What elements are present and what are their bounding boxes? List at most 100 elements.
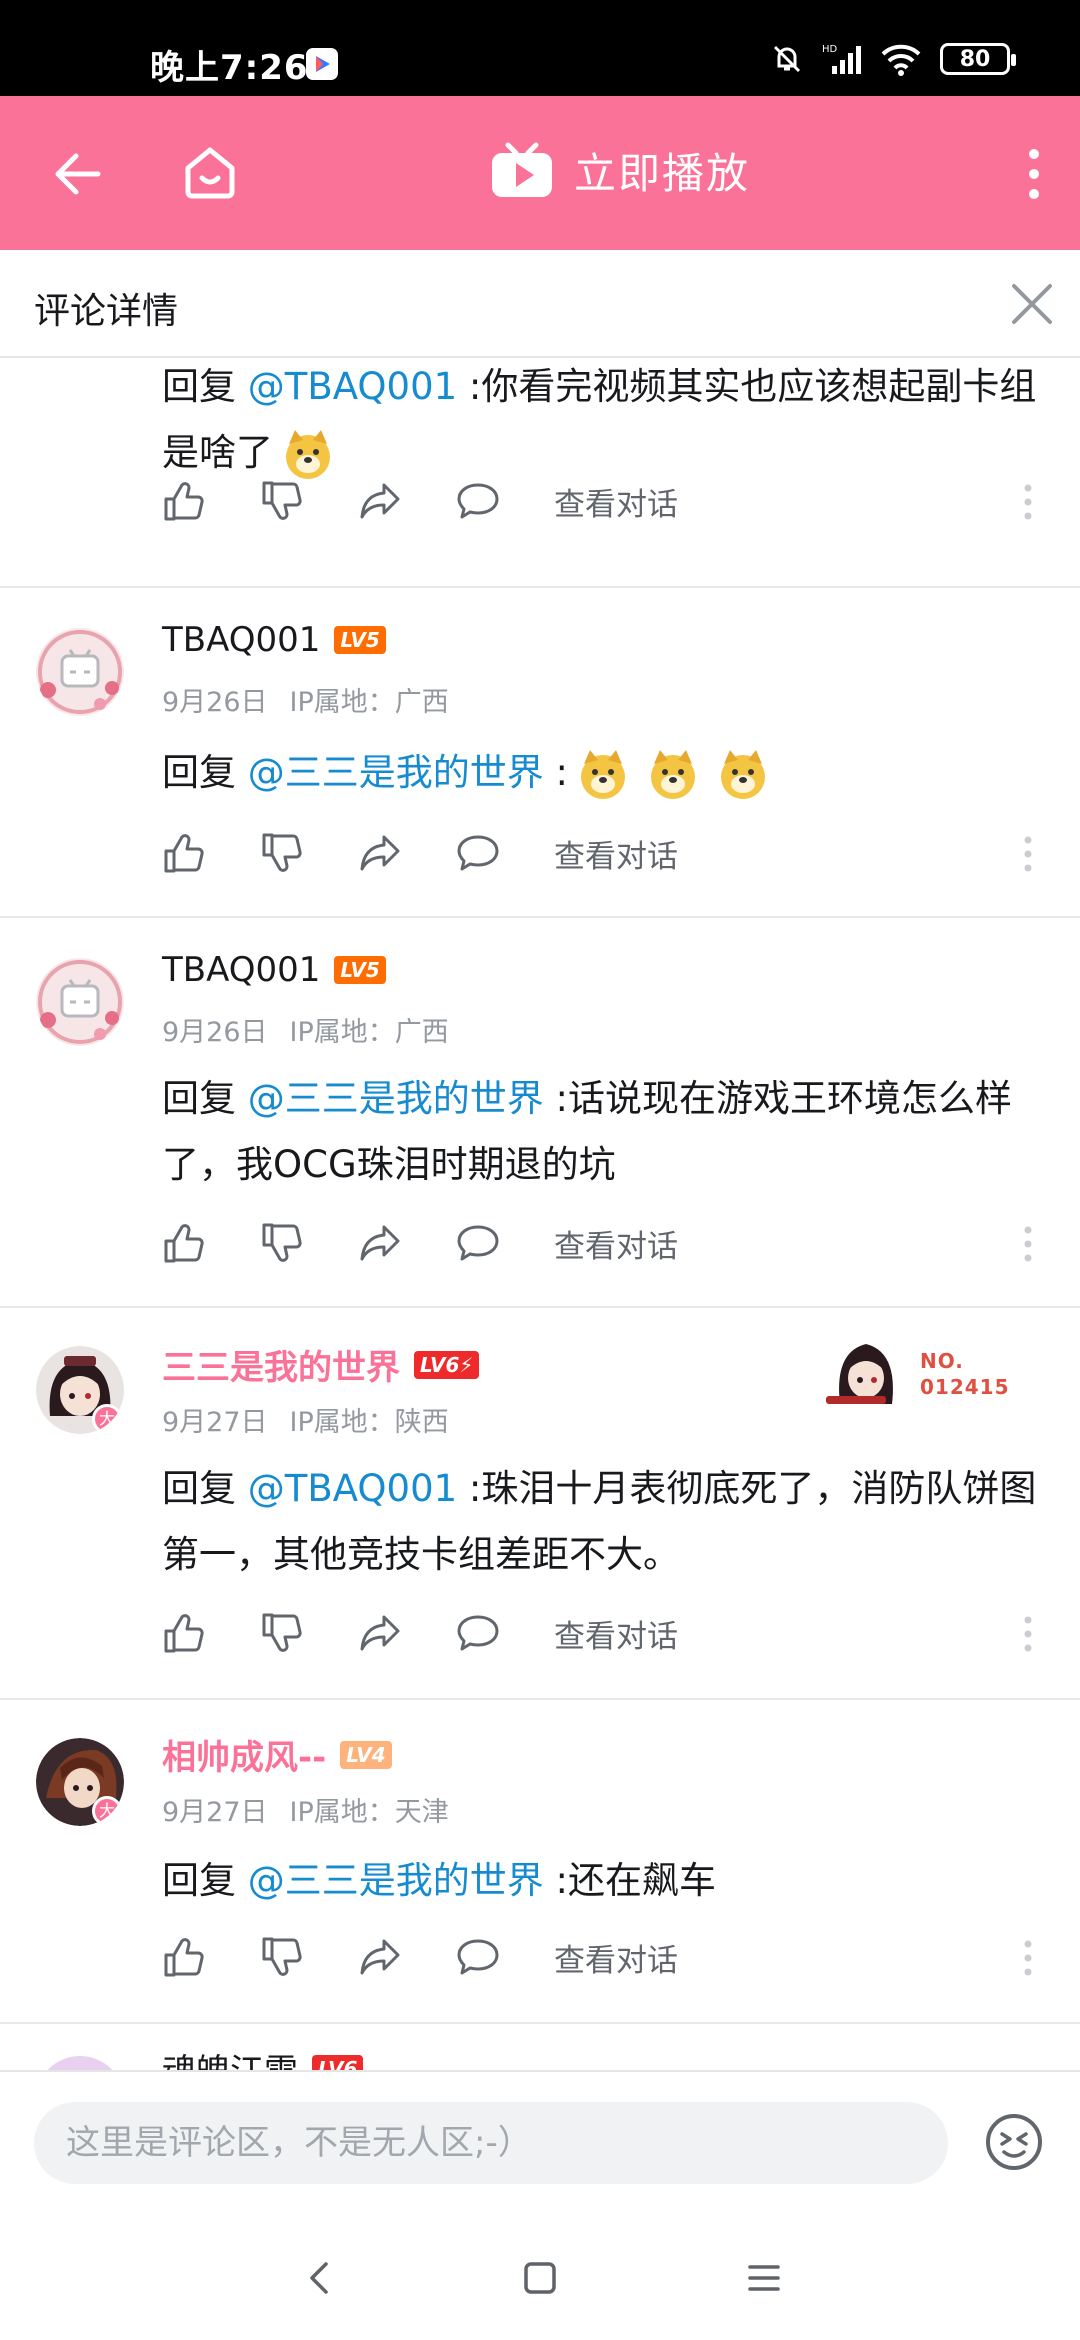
level-badge: LV6: [312, 2054, 364, 2070]
like-icon[interactable]: [162, 1611, 206, 1655]
username[interactable]: 三三是我的世界 LV6⚡: [162, 1340, 480, 1389]
username[interactable]: 相帅成风-- LV4: [162, 1730, 392, 1779]
play-now-button[interactable]: 立即播放: [490, 140, 750, 201]
back-arrow-icon[interactable]: [50, 146, 106, 202]
avatar[interactable]: 大: [36, 1346, 124, 1434]
home-icon[interactable]: [180, 142, 240, 202]
comment-more-icon[interactable]: [1022, 1614, 1034, 1654]
system-nav-bar: [0, 2210, 1080, 2340]
comment-more-icon[interactable]: [1022, 1224, 1034, 1264]
ip-location: IP属地：陕西: [289, 1407, 449, 1438]
dislike-icon[interactable]: [260, 1221, 304, 1265]
share-icon[interactable]: [358, 831, 402, 875]
comment-text: 回复 @三三是我的世界 :话说现在游戏王环境怎么样了，我OCG珠泪时期退的坑: [162, 1066, 1042, 1198]
level-badge: LV4: [340, 1740, 392, 1769]
comment-actions: 查看对话: [162, 1932, 1042, 1982]
signal-icon: HD: [822, 44, 861, 74]
comment-date: 9月26日: [162, 687, 268, 718]
level-badge: LV6⚡: [414, 1350, 480, 1379]
username[interactable]: TBAQ001 LV5: [162, 620, 386, 660]
comment-text: 回复 @TBAQ001 :珠泪十月表彻底死了，消防队饼图第一，其他竞技卡组差距不…: [162, 1456, 1042, 1588]
ip-location: IP属地：广西: [289, 1017, 449, 1048]
reply-icon[interactable]: [456, 831, 500, 875]
avatar[interactable]: 大: [36, 1738, 124, 1826]
comment-actions: 查看对话: [162, 828, 1042, 878]
comment-item: TBAQ001 LV5 9月26日 IP属地：广西 回复 @三三是我的世界 :话说…: [0, 920, 1080, 1308]
share-icon[interactable]: [358, 1935, 402, 1979]
comment-text: 回复 @TBAQ001 :你看完视频其实也应该想起副卡组是啥了: [162, 358, 1042, 486]
comment-item: 魂魄江雪 LV6: [0, 2026, 1080, 2070]
dislike-icon[interactable]: [260, 1611, 304, 1655]
comment-list[interactable]: 回复 @TBAQ001 :你看完视频其实也应该想起副卡组是啥了 查看对话 TBA…: [0, 358, 1080, 2070]
like-icon[interactable]: [162, 1221, 206, 1265]
username[interactable]: 魂魄江雪 LV6: [162, 2044, 364, 2070]
comment-item: TBAQ001 LV5 9月26日 IP属地：广西 回复 @三三是我的世界 : 查…: [0, 590, 1080, 918]
dislike-icon[interactable]: [260, 479, 304, 523]
reply-icon[interactable]: [456, 479, 500, 523]
doge-emoji-icon: [581, 749, 625, 799]
mention-link[interactable]: @TBAQ001: [248, 365, 457, 408]
comment-input[interactable]: 这里是评论区，不是无人区;-）: [34, 2102, 948, 2184]
like-icon[interactable]: [162, 1935, 206, 1979]
mention-link[interactable]: @三三是我的世界: [248, 1859, 544, 1902]
view-conversation-link[interactable]: 查看对话: [554, 1221, 678, 1266]
top-bar: 立即播放: [0, 96, 1080, 250]
reply-prefix: 回复: [162, 365, 248, 408]
comment-detail-header: 评论详情: [0, 250, 1080, 358]
svg-text:HD: HD: [822, 44, 838, 55]
reply-icon[interactable]: [456, 1935, 500, 1979]
avatar[interactable]: [36, 2056, 124, 2070]
share-icon[interactable]: [358, 1611, 402, 1655]
fan-badge[interactable]: NO. 012415: [820, 1334, 1010, 1414]
mention-link[interactable]: @三三是我的世界: [248, 1077, 544, 1120]
level-badge: LV5: [334, 956, 386, 984]
nav-menu-icon[interactable]: [744, 2258, 784, 2298]
close-icon[interactable]: [1004, 276, 1060, 332]
view-conversation-link[interactable]: 查看对话: [554, 831, 678, 876]
reply-prefix: 回复: [162, 751, 248, 794]
comment-actions: 查看对话: [162, 1608, 1042, 1658]
reply-icon[interactable]: [456, 1221, 500, 1265]
comment-actions: 查看对话: [162, 1218, 1042, 1268]
comment-meta: 9月27日 IP属地：陕西: [162, 1400, 471, 1439]
like-icon[interactable]: [162, 831, 206, 875]
reply-icon[interactable]: [456, 1611, 500, 1655]
username-text: 魂魄江雪: [162, 2044, 298, 2070]
battery-level: 80: [959, 46, 991, 72]
comment-more-icon[interactable]: [1022, 482, 1034, 522]
doge-emoji-icon: [286, 429, 330, 479]
view-conversation-link[interactable]: 查看对话: [554, 1611, 678, 1656]
doge-emoji-icon: [721, 749, 765, 799]
vip-badge: 大: [92, 1404, 122, 1434]
comment-more-icon[interactable]: [1022, 834, 1034, 874]
emoji-icon[interactable]: [984, 2112, 1044, 2172]
play-now-label: 立即播放: [574, 149, 751, 198]
nav-home-icon[interactable]: [520, 2258, 560, 2298]
avatar[interactable]: [36, 958, 124, 1046]
share-icon[interactable]: [358, 479, 402, 523]
app-notification-icon: [306, 48, 338, 80]
comment-more-icon[interactable]: [1022, 1938, 1034, 1978]
dislike-icon[interactable]: [260, 1935, 304, 1979]
vip-badge: 大: [92, 1796, 122, 1826]
comment-input-bar: 这里是评论区，不是无人区;-）: [0, 2070, 1080, 2210]
wifi-icon: [881, 44, 921, 76]
fan-badge-id: 012415: [920, 1375, 1010, 1399]
nav-back-icon[interactable]: [300, 2258, 340, 2298]
view-conversation-link[interactable]: 查看对话: [554, 479, 678, 524]
fan-badge-no: NO.: [920, 1349, 964, 1373]
dislike-icon[interactable]: [260, 831, 304, 875]
more-vertical-icon[interactable]: [1024, 146, 1044, 202]
like-icon[interactable]: [162, 479, 206, 523]
mention-link[interactable]: @TBAQ001: [248, 1467, 457, 1510]
share-icon[interactable]: [358, 1221, 402, 1265]
username[interactable]: TBAQ001 LV5: [162, 950, 386, 990]
view-conversation-link[interactable]: 查看对话: [554, 1935, 678, 1980]
comment-body: :: [543, 751, 568, 794]
comment-actions: 查看对话: [162, 476, 1042, 526]
comment-item: 大 三三是我的世界 LV6⚡ NO. 012415 9月27日 IP属地：陕西 回复…: [0, 1310, 1080, 1700]
fan-badge-avatar-icon: [826, 1344, 893, 1404]
comment-date: 9月26日: [162, 1017, 268, 1048]
mention-link[interactable]: @三三是我的世界: [248, 751, 544, 794]
avatar[interactable]: [36, 628, 124, 716]
